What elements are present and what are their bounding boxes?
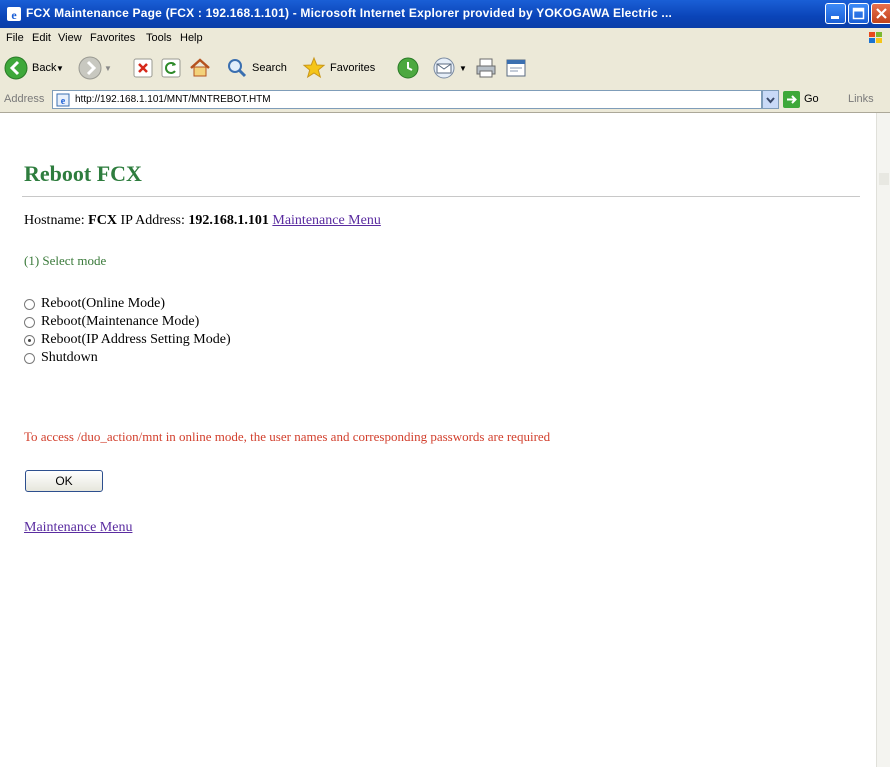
title-bar[interactable]: e FCX Maintenance Page (FCX : 192.168.1.… (0, 0, 890, 28)
menu-edit[interactable]: Edit (32, 32, 51, 44)
edit-page-button[interactable] (504, 54, 530, 82)
minimize-button[interactable] (825, 3, 846, 24)
star-icon (302, 56, 326, 79)
mode-label: Reboot(IP Address Setting Mode) (41, 332, 231, 347)
back-dropdown-icon[interactable]: ▼ (56, 64, 64, 73)
menu-bar: File Edit View Favorites Tools Help (0, 28, 890, 49)
back-label: Back (32, 62, 57, 74)
mode-label: Shutdown (41, 350, 98, 365)
stop-button[interactable] (132, 54, 156, 82)
print-icon (476, 58, 496, 78)
bottom-maintenance-menu-link[interactable]: Maintenance Menu (24, 520, 132, 536)
edit-page-icon (506, 59, 526, 77)
home-button[interactable] (188, 54, 214, 82)
go-label: Go (804, 93, 819, 105)
address-url: http://192.168.1.101/MNT/MNTREBOT.HTM (75, 94, 271, 105)
maximize-button[interactable] (848, 3, 869, 24)
svg-text:e: e (11, 8, 17, 22)
menu-tools[interactable]: Tools (146, 32, 172, 44)
window-title: FCX Maintenance Page (FCX : 192.168.1.10… (26, 6, 673, 20)
stop-icon (133, 58, 153, 78)
vertical-scrollbar[interactable] (876, 113, 890, 767)
page-icon: e (56, 93, 70, 107)
step-label: (1) Select mode (24, 253, 107, 268)
warning-message: To access /duo_action/mnt in online mode… (24, 429, 551, 444)
maintenance-menu-link[interactable]: Maintenance Menu (272, 213, 380, 228)
address-dropdown-button[interactable] (762, 90, 779, 109)
favorites-label: Favorites (330, 62, 376, 74)
radio-button-selected[interactable] (24, 335, 35, 346)
title-divider (22, 196, 860, 197)
address-bar: Address e http://192.168.1.101/MNT/MNTRE… (0, 88, 890, 113)
go-arrow-icon (783, 91, 800, 108)
windows-flag-icon (869, 32, 882, 43)
mode-label: Reboot(Maintenance Mode) (41, 314, 200, 329)
toolbar: Back ▼ ▼ Search Favorites ▼ (0, 48, 890, 89)
search-icon (228, 59, 247, 78)
page-title: Reboot FCX (24, 161, 142, 186)
scrollbar-thumb[interactable] (879, 173, 889, 185)
ie-icon: e (7, 7, 21, 22)
ok-button[interactable]: OK (25, 470, 103, 492)
ip-value: 192.168.1.101 (188, 213, 269, 228)
search-label: Search (252, 62, 287, 74)
mail-icon (433, 57, 455, 79)
page-content: Reboot FCX Hostname: FCX IP Address: 192… (0, 113, 876, 767)
radio-button[interactable] (24, 299, 35, 310)
chevron-down-icon (766, 97, 775, 104)
close-button[interactable] (871, 3, 890, 24)
host-info: Hostname: FCX IP Address: 192.168.1.101 … (24, 213, 381, 229)
history-icon (397, 57, 419, 79)
forward-dropdown-icon[interactable]: ▼ (104, 64, 112, 73)
hostname-value: FCX (88, 213, 117, 228)
links-label[interactable]: Links (848, 93, 874, 105)
mode-label: Reboot(Online Mode) (41, 296, 166, 311)
address-label: Address (4, 93, 45, 105)
mail-dropdown-icon[interactable]: ▼ (459, 64, 467, 73)
back-arrow-icon (4, 56, 28, 80)
browser-window: e FCX Maintenance Page (FCX : 192.168.1.… (0, 0, 890, 767)
history-button[interactable] (396, 54, 422, 82)
radio-button[interactable] (24, 353, 35, 364)
home-icon (190, 58, 210, 77)
address-input[interactable]: e http://192.168.1.101/MNT/MNTREBOT.HTM (52, 90, 762, 109)
back-button[interactable]: Back ▼ (4, 54, 66, 82)
favorites-button[interactable]: Favorites (302, 54, 388, 82)
refresh-icon (161, 58, 181, 78)
radio-button[interactable] (24, 317, 35, 328)
forward-arrow-icon (78, 56, 102, 80)
menu-favorites[interactable]: Favorites (90, 32, 135, 44)
refresh-button[interactable] (160, 54, 184, 82)
svg-text:e: e (61, 96, 66, 107)
forward-button[interactable]: ▼ (78, 54, 112, 82)
print-button[interactable] (474, 54, 498, 82)
go-button[interactable]: Go (783, 90, 819, 109)
menu-help[interactable]: Help (180, 32, 203, 44)
hostname-label: Hostname: (24, 213, 85, 228)
maximize-icon (852, 7, 865, 20)
search-button[interactable]: Search (226, 54, 296, 82)
menu-view[interactable]: View (58, 32, 82, 44)
ip-label: IP Address: (120, 213, 185, 228)
minimize-icon (831, 16, 839, 19)
mail-button[interactable]: ▼ (432, 54, 470, 82)
close-icon (876, 8, 887, 19)
menu-file[interactable]: File (6, 32, 24, 44)
